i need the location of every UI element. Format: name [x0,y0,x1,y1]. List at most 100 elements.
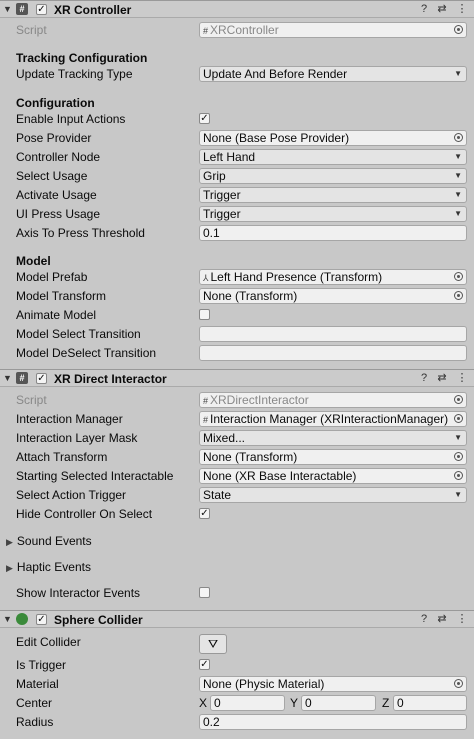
controller-node-dropdown[interactable]: Left Hand ▼ [199,149,467,165]
direct-script-value: XRDirectInteractor [210,393,309,407]
sphere-collider-header[interactable]: ▼ ✓ Sphere Collider ? ⇄ ⋮ [0,610,474,628]
object-picker-icon[interactable] [454,452,463,461]
layer-mask-dropdown[interactable]: Mixed... ▼ [199,430,467,446]
center-x-input[interactable]: 0 [210,695,285,711]
edit-collider-button[interactable]: ⛛ [199,634,227,654]
transform-icon: ⅄ [203,273,209,283]
axis-threshold-label: Axis To Press Threshold [16,226,145,240]
model-prefab-field[interactable]: ⅄ Left Hand Presence (Transform) [199,269,467,285]
sound-events-foldout[interactable]: ▶ Sound Events [6,534,92,548]
update-tracking-value: Update And Before Render [203,67,348,81]
center-y-label: Y [290,696,299,710]
interaction-manager-field[interactable]: # Interaction Manager (XRInteractionManag… [199,411,467,427]
center-y-input[interactable]: 0 [301,695,376,711]
haptic-events-foldout[interactable]: ▶ Haptic Events [6,560,91,574]
model-deselect-transition-input[interactable] [199,345,467,361]
starting-selected-field[interactable]: None (XR Base Interactable) [199,468,467,484]
tracking-configuration-heading: Tracking Configuration [16,51,148,65]
layer-mask-label: Interaction Layer Mask [16,431,138,445]
chevron-down-icon: ▼ [454,209,462,218]
chevron-down-icon: ▼ [454,490,462,499]
direct-script-field[interactable]: # XRDirectInteractor [199,392,467,408]
edit-collider-label: Edit Collider [16,635,81,649]
ui-press-usage-label: UI Press Usage [16,207,101,221]
help-icon[interactable]: ? [418,613,430,625]
select-usage-row: Select Usage Grip ▼ [0,167,474,186]
update-tracking-dropdown[interactable]: Update And Before Render ▼ [199,66,467,82]
object-picker-icon[interactable] [454,133,463,142]
foldout-arrow-icon: ▶ [6,537,13,547]
show-events-label: Show Interactor Events [16,586,141,600]
object-picker-icon[interactable] [454,25,463,34]
select-action-trigger-label: Select Action Trigger [16,488,127,502]
context-menu-icon[interactable]: ⋮ [456,372,468,384]
controller-node-row: Controller Node Left Hand ▼ [0,148,474,167]
enable-input-label: Enable Input Actions [16,112,126,126]
is-trigger-label: Is Trigger [16,658,67,672]
show-events-checkbox[interactable] [199,587,210,598]
update-tracking-row: Update Tracking Type Update And Before R… [0,65,474,84]
is-trigger-checkbox[interactable]: ✓ [199,659,210,670]
xr-controller-header[interactable]: ▼ # ✓ XR Controller ? ⇄ ⋮ [0,0,474,18]
model-select-transition-input[interactable] [199,326,467,342]
script-icon: # [16,3,28,15]
controller-node-value: Left Hand [203,150,256,164]
object-picker-icon[interactable] [454,395,463,404]
enable-input-checkbox[interactable]: ✓ [199,113,210,124]
foldout-arrow-icon[interactable]: ▼ [3,4,12,14]
pose-provider-value: None (Base Pose Provider) [203,131,350,145]
radius-input[interactable]: 0.2 [199,714,467,730]
sphere-collider-enabled-checkbox[interactable]: ✓ [36,614,47,625]
animate-model-checkbox[interactable] [199,309,210,320]
xr-direct-interactor-enabled-checkbox[interactable]: ✓ [36,373,47,384]
sound-events-label: Sound Events [16,534,92,548]
foldout-arrow-icon[interactable]: ▼ [3,373,12,383]
activate-usage-dropdown[interactable]: Trigger ▼ [199,187,467,203]
pose-provider-field[interactable]: None (Base Pose Provider) [199,130,467,146]
preset-settings-icon[interactable]: ⇄ [436,3,448,15]
script-field[interactable]: # XRController [199,22,467,38]
context-menu-icon[interactable]: ⋮ [456,3,468,15]
context-menu-icon[interactable]: ⋮ [456,613,468,625]
ui-press-usage-dropdown[interactable]: Trigger ▼ [199,206,467,222]
material-field[interactable]: None (Physic Material) [199,676,467,692]
help-icon[interactable]: ? [418,3,430,15]
object-picker-icon[interactable] [454,272,463,281]
animate-model-row: Animate Model [0,306,474,325]
attach-transform-field[interactable]: None (Transform) [199,449,467,465]
axis-threshold-input[interactable]: 0.1 [199,225,467,241]
radius-row: Radius 0.2 [0,713,474,732]
preset-settings-icon[interactable]: ⇄ [436,613,448,625]
hide-controller-checkbox[interactable]: ✓ [199,508,210,519]
preset-settings-icon[interactable]: ⇄ [436,372,448,384]
select-action-trigger-dropdown[interactable]: State ▼ [199,487,467,503]
attach-transform-label: Attach Transform [16,450,108,464]
xr-direct-interactor-header[interactable]: ▼ # ✓ XR Direct Interactor ? ⇄ ⋮ [0,369,474,387]
model-transform-label: Model Transform [16,289,107,303]
foldout-arrow-icon[interactable]: ▼ [3,614,12,624]
select-usage-dropdown[interactable]: Grip ▼ [199,168,467,184]
chevron-down-icon: ▼ [454,171,462,180]
model-prefab-label: Model Prefab [16,270,88,284]
chevron-down-icon: ▼ [454,433,462,442]
model-deselect-transition-row: Model DeSelect Transition [0,344,474,363]
script-file-icon: # [203,26,209,36]
sphere-collider-icon [16,613,28,625]
activate-usage-value: Trigger [203,188,241,202]
center-z-input[interactable]: 0 [393,695,467,711]
update-tracking-label: Update Tracking Type [16,67,133,81]
pose-provider-label: Pose Provider [16,131,92,145]
model-heading: Model [16,254,51,268]
center-label: Center [16,696,53,710]
object-picker-icon[interactable] [454,679,463,688]
axis-threshold-row: Axis To Press Threshold 0.1 [0,224,474,243]
model-transform-field[interactable]: None (Transform) [199,288,467,304]
object-picker-icon[interactable] [454,291,463,300]
center-x-label: X [199,696,208,710]
object-picker-icon[interactable] [454,414,463,423]
ui-press-usage-value: Trigger [203,207,241,221]
object-picker-icon[interactable] [454,471,463,480]
xr-controller-enabled-checkbox[interactable]: ✓ [36,4,47,15]
help-icon[interactable]: ? [418,372,430,384]
xr-controller-title: XR Controller [54,3,132,17]
